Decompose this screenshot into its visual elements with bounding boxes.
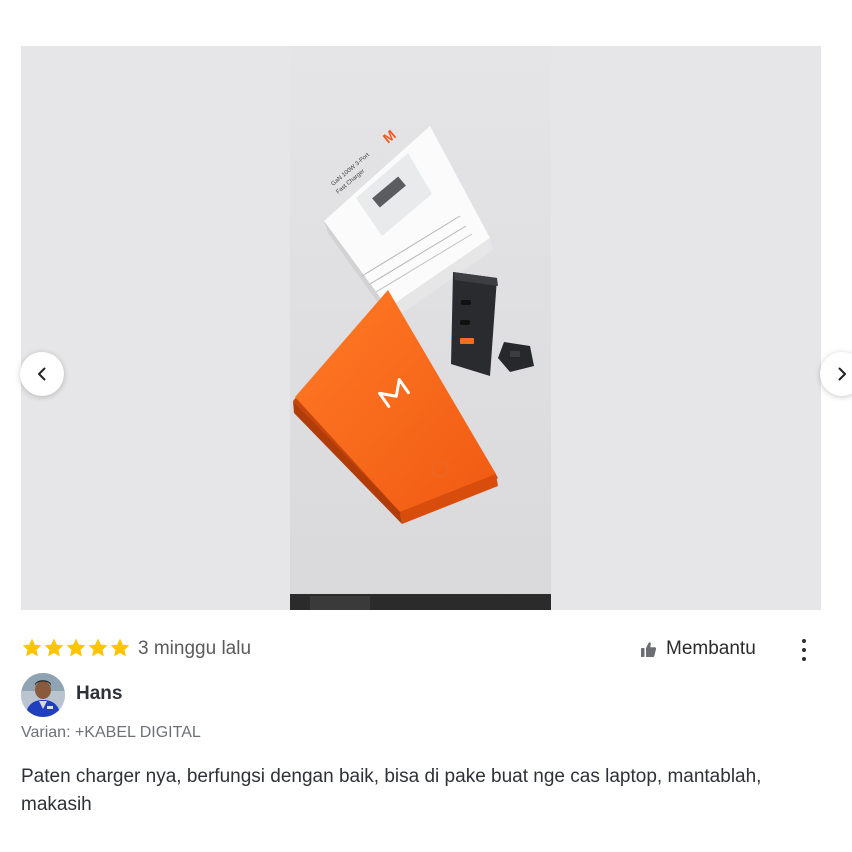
previous-photo-button[interactable] [20,352,64,396]
review-time: 3 minggu lalu [138,638,252,659]
star-icon [22,638,42,657]
more-options-button[interactable] [792,636,816,664]
avatar-photo [21,673,65,717]
product-variant: Varian: +KABEL DIGITAL [21,724,201,741]
chevron-left-icon [38,367,46,381]
next-photo-button[interactable] [820,352,852,396]
review-text: Paten charger nya, berfungsi dengan baik… [21,766,762,815]
helpful-label: Membantu [666,638,756,659]
reviewer-name: Hans [76,683,123,704]
more-vertical-icon-dot [802,639,806,643]
review-photo-image: GaN 100W 3-Port Fast Charger M [290,46,551,610]
star-icon [66,638,86,657]
star-icon [88,638,108,657]
star-rating [21,637,131,659]
helpful-button[interactable]: Membantu [640,636,756,662]
star-icon [44,638,64,657]
more-vertical-icon-dot [802,657,806,661]
chevron-right-icon [838,367,846,381]
review-photo[interactable]: GaN 100W 3-Port Fast Charger M [290,46,551,610]
thumbs-up-icon [641,641,657,657]
more-vertical-icon-dot [802,648,806,652]
review-meta-row: 3 minggu lalu Membantu [21,636,821,662]
review-media-gallery: GaN 100W 3-Port Fast Charger M [20,46,852,610]
reviewer-avatar [21,673,65,717]
star-icon [110,638,130,657]
